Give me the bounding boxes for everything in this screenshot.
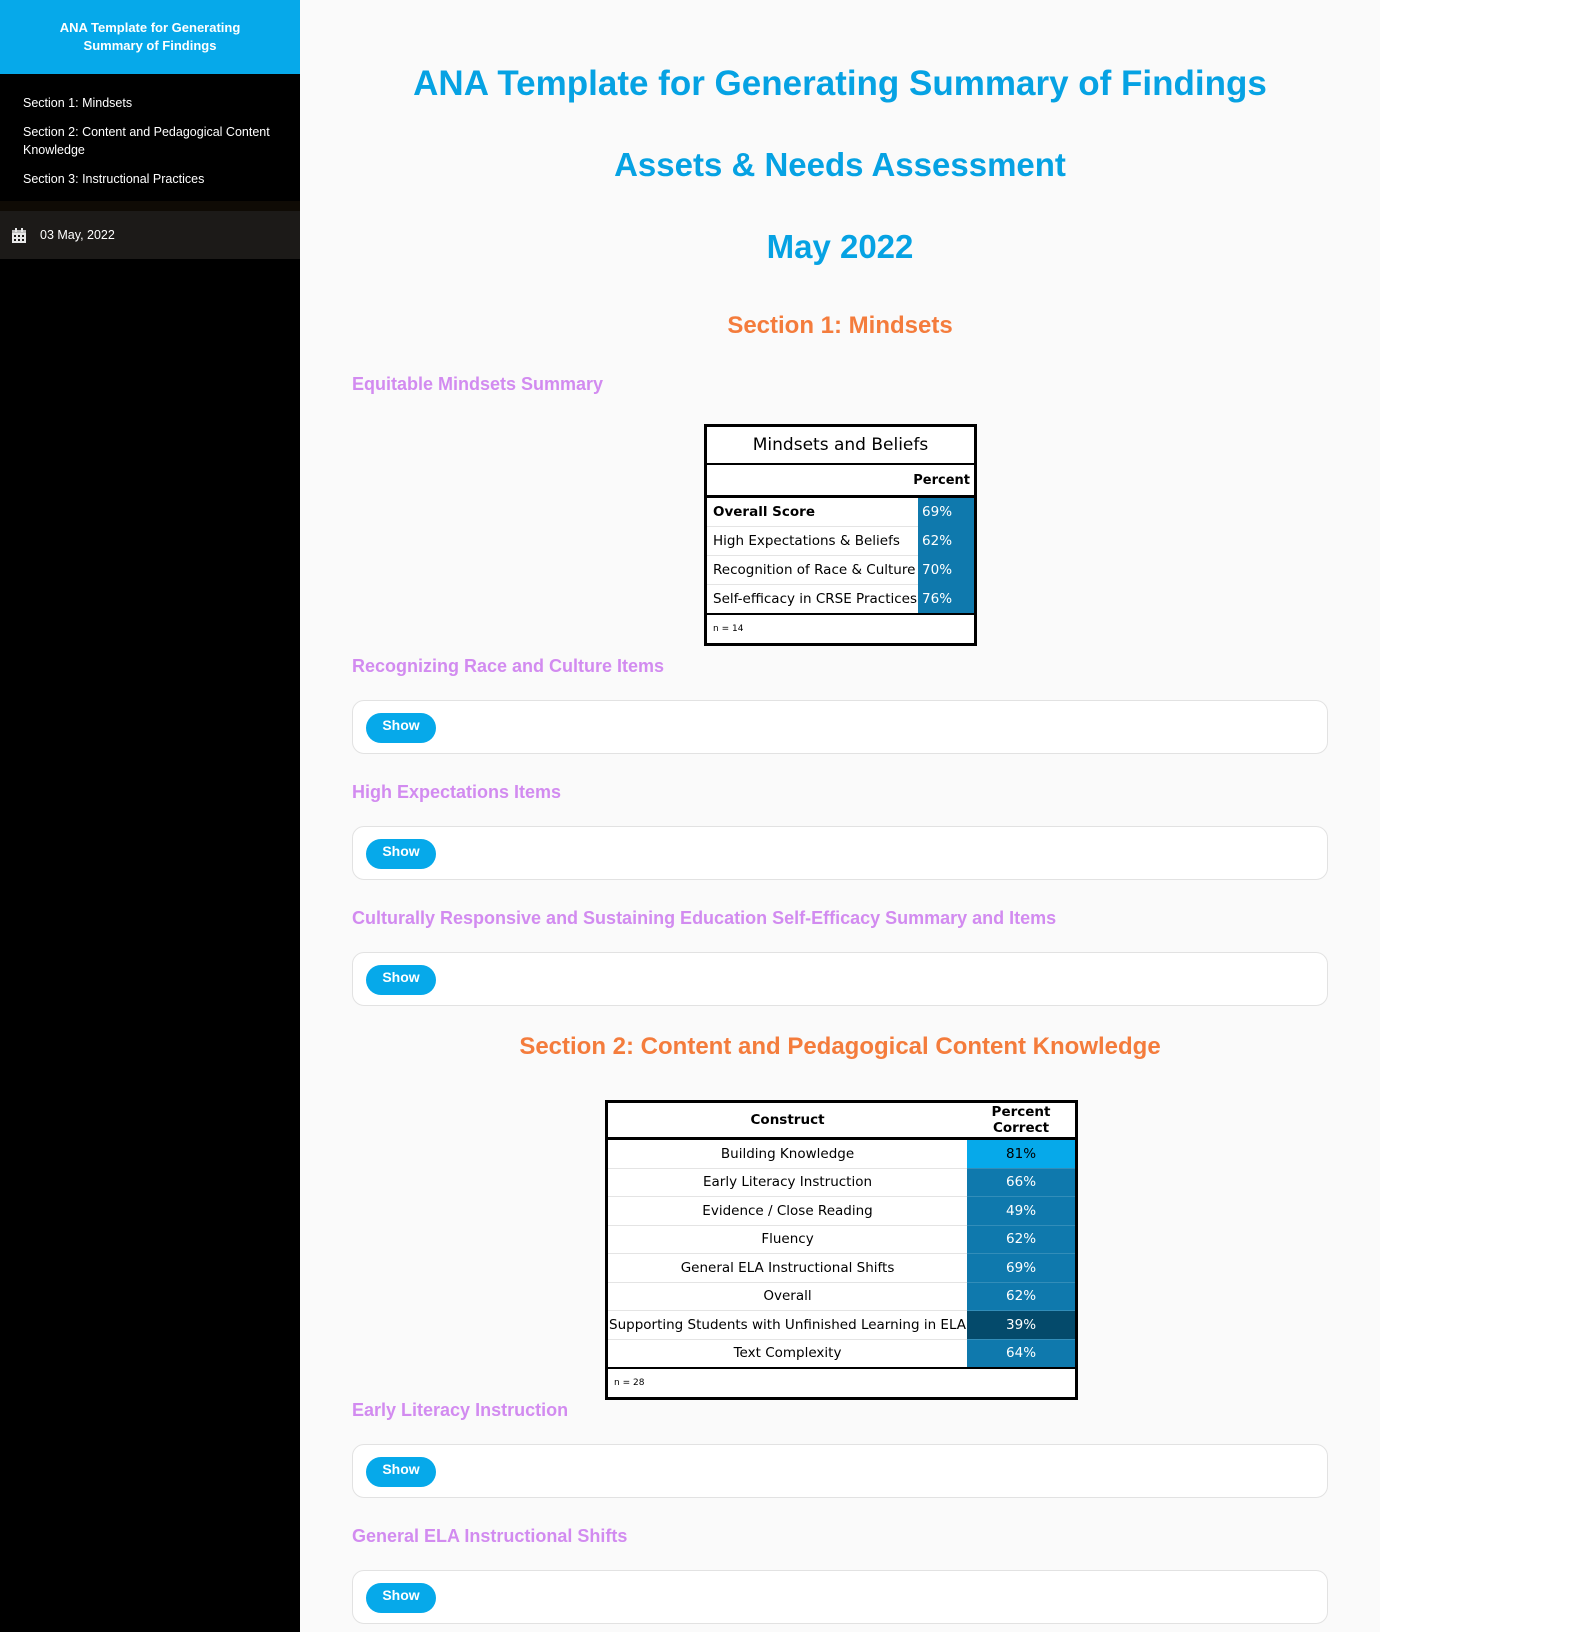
row-value: 39% bbox=[967, 1310, 1077, 1340]
page-title: ANA Template for Generating Summary of F… bbox=[413, 64, 1267, 103]
row-value: 70% bbox=[918, 555, 976, 585]
sidebar: ANA Template for Generating Summary of F… bbox=[0, 0, 300, 1632]
main-content: ANA Template for Generating Summary of F… bbox=[300, 0, 1380, 1632]
calendar-icon bbox=[12, 227, 26, 243]
race-culture-items-panel: Show bbox=[352, 700, 1328, 754]
row-value: 62% bbox=[918, 526, 976, 556]
high-expectations-items-heading: High Expectations Items bbox=[352, 782, 562, 802]
section-1-heading: Section 1: Mindsets bbox=[727, 312, 953, 339]
mindsets-summary-heading: Equitable Mindsets Summary bbox=[352, 374, 604, 394]
app-window: ANA Template for Generating Summary of F… bbox=[0, 0, 1590, 1632]
early-literacy-heading: Early Literacy Instruction bbox=[352, 1400, 569, 1420]
row-label: General ELA Instructional Shifts bbox=[606, 1253, 968, 1283]
table-row: General ELA Instructional Shifts 69% bbox=[606, 1253, 1077, 1283]
row-label: High Expectations & Beliefs bbox=[705, 526, 919, 556]
row-label: Early Literacy Instruction bbox=[606, 1168, 968, 1197]
show-button[interactable]: Show bbox=[366, 1583, 436, 1613]
row-label: Overall Score bbox=[705, 496, 919, 527]
table-header-row: Construct Percent Correct bbox=[606, 1101, 1077, 1140]
show-button[interactable]: Show bbox=[366, 1457, 436, 1487]
date-bar: 03 May, 2022 bbox=[0, 211, 300, 259]
row-label: Overall bbox=[606, 1282, 968, 1311]
row-label: Fluency bbox=[606, 1225, 968, 1254]
column-header-percent: Percent bbox=[705, 464, 976, 498]
race-culture-items-heading: Recognizing Race and Culture Items bbox=[352, 656, 665, 676]
table-row: High Expectations & Beliefs 62% bbox=[705, 526, 976, 556]
general-ela-shifts-panel: Show bbox=[352, 1570, 1328, 1624]
table-row: Evidence / Close Reading 49% bbox=[606, 1196, 1077, 1226]
sidebar-date: 03 May, 2022 bbox=[40, 228, 115, 242]
table-row: Overall 62% bbox=[606, 1282, 1077, 1311]
row-value: 69% bbox=[967, 1253, 1077, 1283]
toc-item-section-3[interactable]: Section 3: Instructional Practices bbox=[0, 166, 300, 195]
row-label: Evidence / Close Reading bbox=[606, 1196, 968, 1226]
content-knowledge-table: Construct Percent Correct Building Knowl… bbox=[605, 1100, 1078, 1400]
toc-item-section-1[interactable]: Section 1: Mindsets bbox=[0, 90, 300, 119]
row-label: Recognition of Race & Culture bbox=[705, 555, 919, 585]
table-of-contents: Section 1: Mindsets Section 2: Content a… bbox=[0, 74, 300, 201]
toc-item-section-2[interactable]: Section 2: Content and Pedagogical Conte… bbox=[0, 119, 300, 166]
table-row: Early Literacy Instruction 66% bbox=[606, 1168, 1077, 1197]
table-row: Overall Score 69% bbox=[705, 496, 976, 527]
row-label: Building Knowledge bbox=[606, 1138, 968, 1169]
column-header-construct: Construct bbox=[606, 1101, 968, 1140]
high-expectations-items-panel: Show bbox=[352, 826, 1328, 880]
table-row: Self-efficacy in CRSE Practices 76% bbox=[705, 584, 976, 615]
table-note-row: n = 28 bbox=[606, 1367, 1077, 1399]
show-button[interactable]: Show bbox=[366, 839, 436, 869]
row-value: 81% bbox=[967, 1138, 1077, 1169]
row-value: 62% bbox=[967, 1225, 1077, 1254]
mindsets-table: Mindsets and Beliefs Percent Overall Sco… bbox=[704, 424, 977, 646]
table-header-row: Percent bbox=[705, 464, 976, 498]
show-button[interactable]: Show bbox=[366, 713, 436, 743]
row-value: 64% bbox=[967, 1339, 1077, 1369]
row-label: Self-efficacy in CRSE Practices bbox=[705, 584, 919, 615]
page-subtitle: Assets & Needs Assessment bbox=[614, 146, 1066, 183]
table-row: Fluency 62% bbox=[606, 1225, 1077, 1254]
sample-size-note: n = 28 bbox=[606, 1367, 1077, 1399]
row-label: Supporting Students with Unfinished Lear… bbox=[606, 1310, 968, 1340]
table-row: Supporting Students with Unfinished Lear… bbox=[606, 1310, 1077, 1340]
row-value: 49% bbox=[967, 1196, 1077, 1226]
table-row: Text Complexity 64% bbox=[606, 1339, 1077, 1369]
sidebar-title[interactable]: ANA Template for Generating Summary of F… bbox=[0, 0, 300, 74]
section-2-heading: Section 2: Content and Pedagogical Conte… bbox=[519, 1033, 1161, 1060]
early-literacy-panel: Show bbox=[352, 1444, 1328, 1498]
row-value: 62% bbox=[967, 1282, 1077, 1311]
table-row: Building Knowledge 81% bbox=[606, 1138, 1077, 1169]
general-ela-shifts-heading: General ELA Instructional Shifts bbox=[352, 1526, 628, 1546]
sidebar-divider bbox=[0, 201, 300, 211]
row-value: 76% bbox=[918, 584, 976, 615]
row-value: 69% bbox=[918, 496, 976, 527]
crse-self-efficacy-heading: Culturally Responsive and Sustaining Edu… bbox=[352, 908, 1057, 928]
row-value: 66% bbox=[967, 1168, 1077, 1197]
page-date: May 2022 bbox=[766, 228, 914, 265]
table-caption: Mindsets and Beliefs bbox=[705, 425, 976, 465]
column-header-percent-correct: Percent Correct bbox=[967, 1101, 1077, 1140]
table-row: Recognition of Race & Culture 70% bbox=[705, 555, 976, 585]
show-button[interactable]: Show bbox=[366, 965, 436, 995]
sample-size-note: n = 14 bbox=[705, 613, 976, 645]
table-caption-row: Mindsets and Beliefs bbox=[705, 425, 976, 465]
crse-self-efficacy-panel: Show bbox=[352, 952, 1328, 1006]
table-note-row: n = 14 bbox=[705, 613, 976, 645]
row-label: Text Complexity bbox=[606, 1339, 968, 1369]
